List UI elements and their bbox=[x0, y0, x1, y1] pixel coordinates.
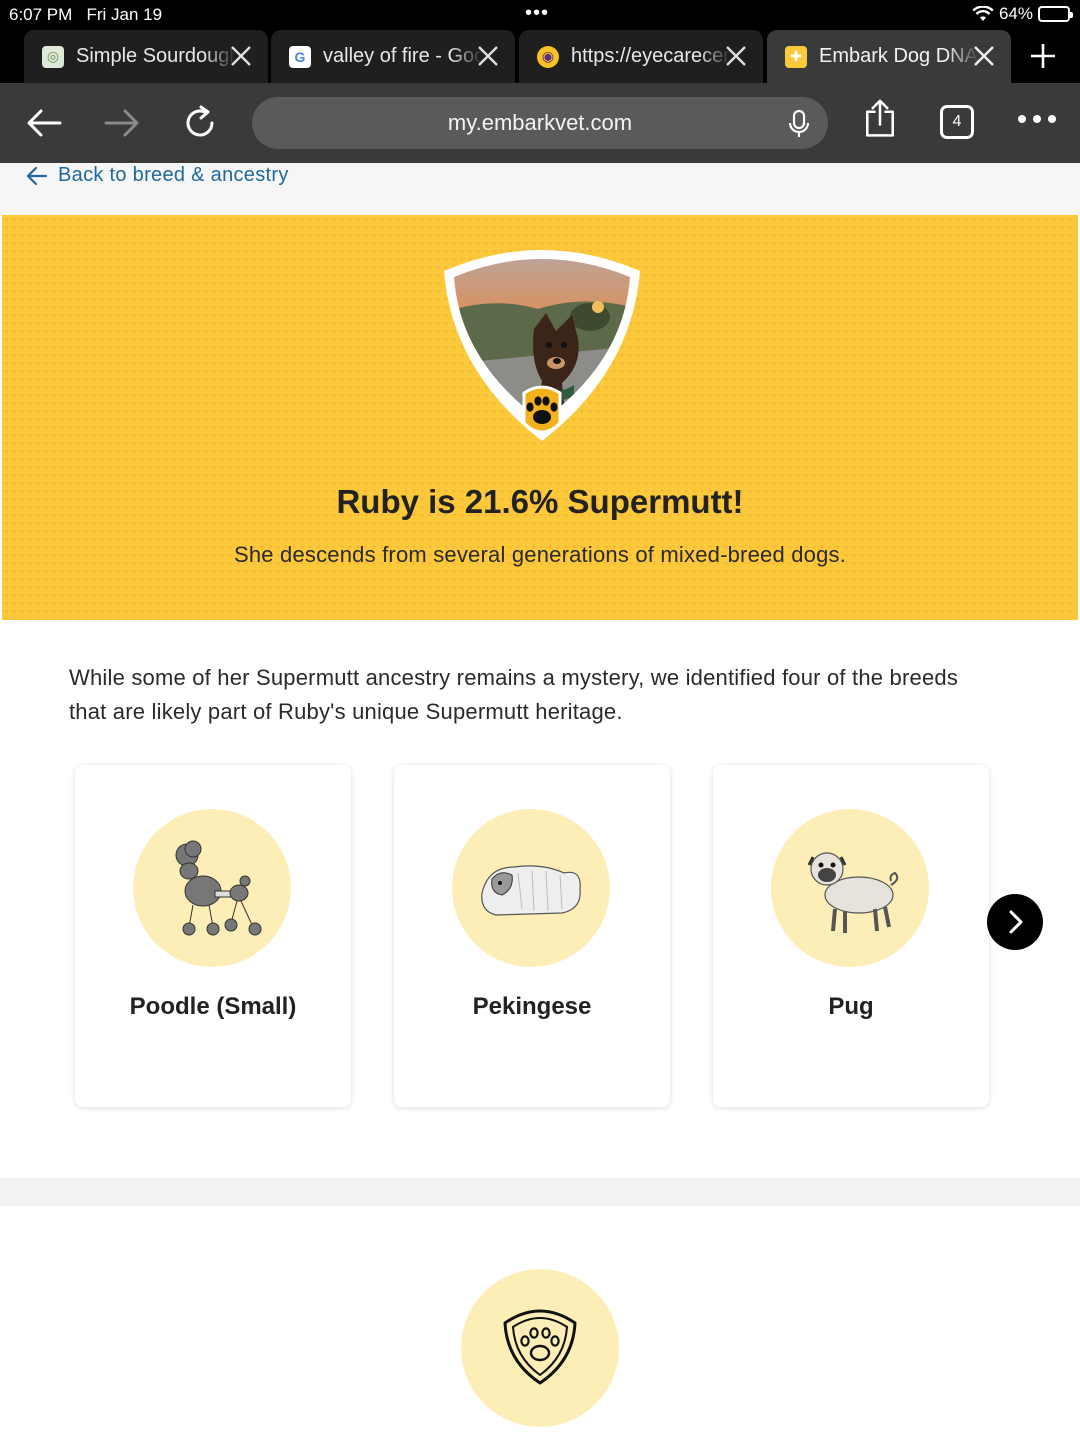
breed-card-pekingese[interactable]: Pekingese bbox=[394, 765, 670, 1107]
breed-illustration-circle bbox=[133, 809, 291, 967]
back-arrow-small-icon bbox=[26, 166, 48, 185]
multitasking-dots-icon[interactable]: ••• bbox=[525, 3, 549, 23]
forward-arrow-icon[interactable] bbox=[102, 103, 142, 143]
shield-paw-badge bbox=[461, 1269, 619, 1427]
breed-card-pug[interactable]: Pug bbox=[713, 765, 989, 1107]
breed-illustration-circle bbox=[452, 809, 610, 967]
breed-name: Pekingese bbox=[472, 993, 592, 1020]
tab-eyecare[interactable]: ◉ https://eyecarecenter bbox=[519, 30, 763, 83]
back-arrow-icon[interactable] bbox=[24, 103, 64, 143]
tab-strip: ◎ Simple Sourdough G valley of fire - Go… bbox=[0, 30, 1080, 83]
section-divider bbox=[0, 1178, 1080, 1206]
sourdough-favicon-icon: ◎ bbox=[42, 45, 64, 68]
tab-count-button[interactable]: 4 bbox=[940, 105, 974, 139]
page-content: Back to breed & ancestry Ruby is 21.6% S… bbox=[0, 163, 1080, 1440]
supermutt-title: Ruby is 21.6% Supermutt! bbox=[336, 483, 744, 520]
supermutt-intro: While some of her Supermutt ancestry rem… bbox=[69, 665, 959, 724]
more-menu-icon[interactable] bbox=[1018, 115, 1058, 129]
breed-name: Poodle (Small) bbox=[129, 993, 297, 1020]
breed-illustration-circle bbox=[771, 809, 929, 967]
close-tab-icon[interactable] bbox=[723, 43, 749, 69]
close-tab-icon[interactable] bbox=[228, 43, 254, 69]
browser-toolbar: my.embarkvet.com 4 bbox=[0, 83, 1080, 163]
poodle-illustration-icon bbox=[175, 840, 262, 936]
microphone-icon[interactable] bbox=[786, 109, 812, 139]
share-icon[interactable] bbox=[860, 99, 900, 139]
address-bar[interactable]: my.embarkvet.com bbox=[252, 97, 828, 149]
pug-illustration-icon bbox=[807, 852, 899, 933]
shield-paw-icon bbox=[503, 1309, 577, 1385]
battery-icon bbox=[1038, 6, 1073, 22]
eyecare-favicon-icon: ◉ bbox=[537, 45, 559, 68]
new-tab-plus-icon[interactable] bbox=[1028, 41, 1058, 71]
pekingese-illustration-icon bbox=[481, 865, 581, 916]
tab-title: Embark Dog DNA bbox=[819, 45, 978, 67]
url-text: my.embarkvet.com bbox=[447, 110, 633, 135]
breed-name: Pug bbox=[828, 993, 874, 1020]
back-link-label: Back to breed & ancestry bbox=[58, 164, 289, 186]
supermutt-hero: Ruby is 21.6% Supermutt! She descends fr… bbox=[2, 215, 1078, 620]
status-indicators: 64% bbox=[972, 4, 1073, 24]
tab-valley-of-fire[interactable]: G valley of fire - Google bbox=[271, 30, 515, 83]
tab-title: valley of fire - Google bbox=[323, 45, 483, 67]
supermutt-subtitle: She descends from several generations of… bbox=[233, 542, 847, 567]
battery-percent: 64% bbox=[998, 4, 1033, 23]
breed-card-poodle[interactable]: Poodle (Small) bbox=[75, 765, 351, 1107]
status-bar: 6:07 PM Fri Jan 19 ••• 64% bbox=[0, 0, 1080, 30]
tab-simple-sourdough[interactable]: ◎ Simple Sourdough bbox=[24, 30, 268, 83]
reload-icon[interactable] bbox=[180, 103, 220, 143]
status-time: 6:07 PM Fri Jan 19 bbox=[9, 5, 163, 24]
back-bar: Back to breed & ancestry bbox=[0, 163, 1080, 215]
tab-title: Simple Sourdough bbox=[76, 45, 236, 67]
embark-favicon-icon: ✚ bbox=[785, 45, 807, 68]
wifi-icon bbox=[972, 6, 994, 21]
google-favicon-icon: G bbox=[289, 45, 311, 68]
close-tab-icon[interactable] bbox=[971, 43, 997, 69]
chevron-right-icon bbox=[1009, 910, 1023, 934]
carousel-next-button[interactable] bbox=[987, 894, 1043, 950]
back-to-breed-link[interactable]: Back to breed & ancestry bbox=[26, 164, 289, 187]
dog-profile-shield bbox=[444, 250, 640, 441]
tab-embark[interactable]: ✚ Embark Dog DNA bbox=[767, 30, 1011, 83]
tab-title: https://eyecarecenter bbox=[571, 45, 731, 67]
close-tab-icon[interactable] bbox=[475, 43, 501, 69]
